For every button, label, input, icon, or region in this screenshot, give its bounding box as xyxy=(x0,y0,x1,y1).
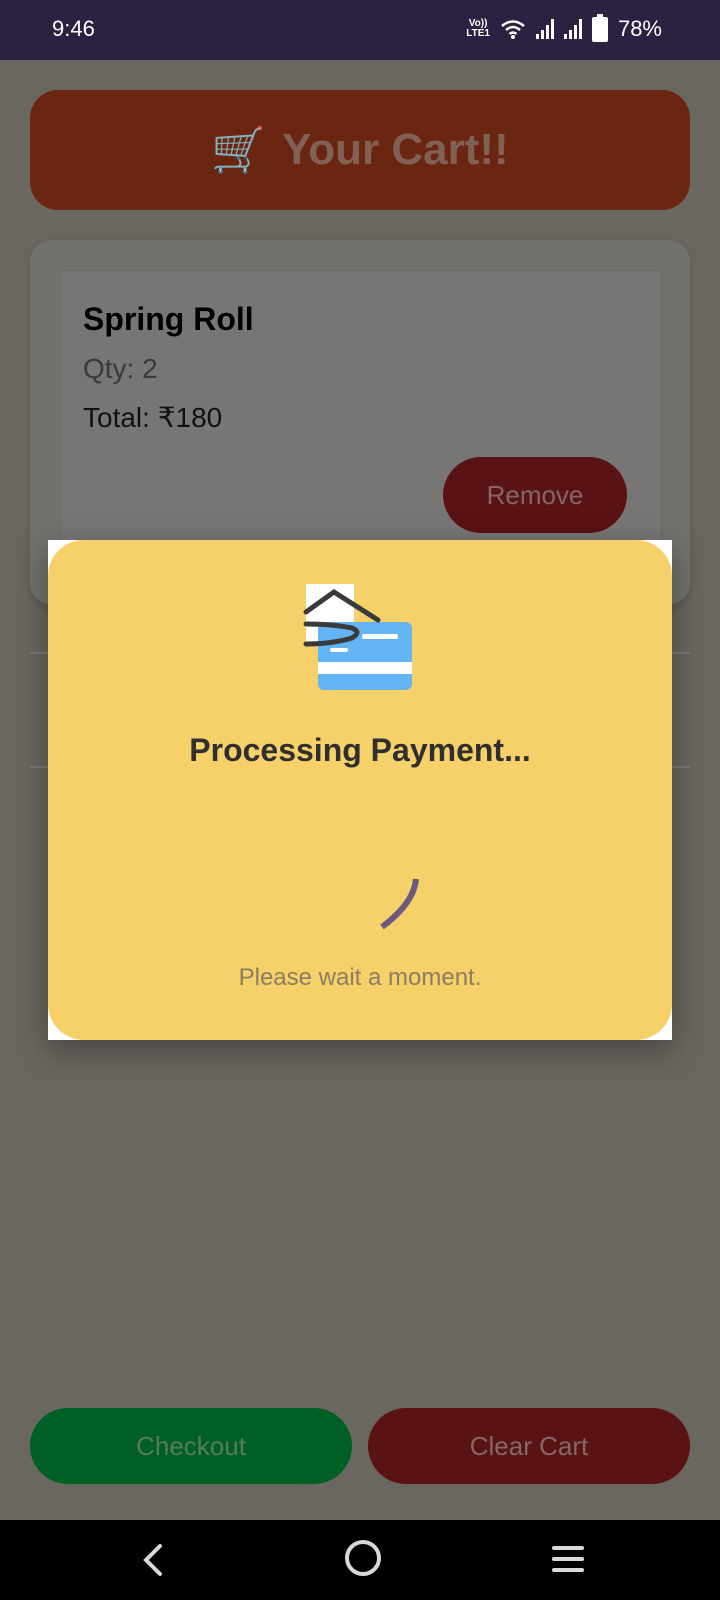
card-payment-icon xyxy=(303,584,412,690)
item-total: Total: ₹180 xyxy=(83,402,223,433)
battery-percent: 78% xyxy=(617,16,662,41)
cart-item: Spring Roll Qty: 2 Total: ₹180 Remove xyxy=(60,270,662,572)
signal-icon-2 xyxy=(563,19,582,39)
volte-bottom-text: LTE1 xyxy=(466,28,490,39)
payment-dialog-body: Processing Payment... Please wait a mome… xyxy=(48,540,672,1040)
signal-icon xyxy=(535,19,554,39)
payment-dialog: Processing Payment... Please wait a mome… xyxy=(48,540,672,1040)
cart-header: 🛒 Your Cart!! xyxy=(30,90,690,210)
checkout-button[interactable]: Checkout xyxy=(30,1408,352,1484)
status-bar: 9:46 Vo)) LTE1 78% xyxy=(0,0,720,60)
wifi-icon xyxy=(501,20,525,39)
remove-item-button[interactable]: Remove xyxy=(443,457,627,533)
dialog-subtitle: Please wait a moment. xyxy=(238,964,482,991)
item-quantity: Qty: 2 xyxy=(83,353,158,384)
volte-badge: Vo)) LTE1 xyxy=(466,19,490,39)
home-icon[interactable] xyxy=(345,1540,381,1576)
dialog-title: Processing Payment... xyxy=(189,732,531,768)
status-icons: Vo)) LTE1 78% xyxy=(466,13,662,42)
recents-menu-icon[interactable] xyxy=(552,1546,584,1574)
loading-spinner-icon xyxy=(380,878,419,930)
cart-title: Your Cart!! xyxy=(282,125,509,174)
clear-cart-button[interactable]: Clear Cart xyxy=(368,1408,690,1484)
item-name: Spring Roll xyxy=(83,301,254,337)
navigation-bar xyxy=(0,1520,720,1600)
back-icon[interactable] xyxy=(140,1542,164,1578)
shopping-cart-icon: 🛒 xyxy=(211,126,267,175)
status-time: 9:46 xyxy=(52,16,95,41)
battery-icon xyxy=(591,13,608,42)
